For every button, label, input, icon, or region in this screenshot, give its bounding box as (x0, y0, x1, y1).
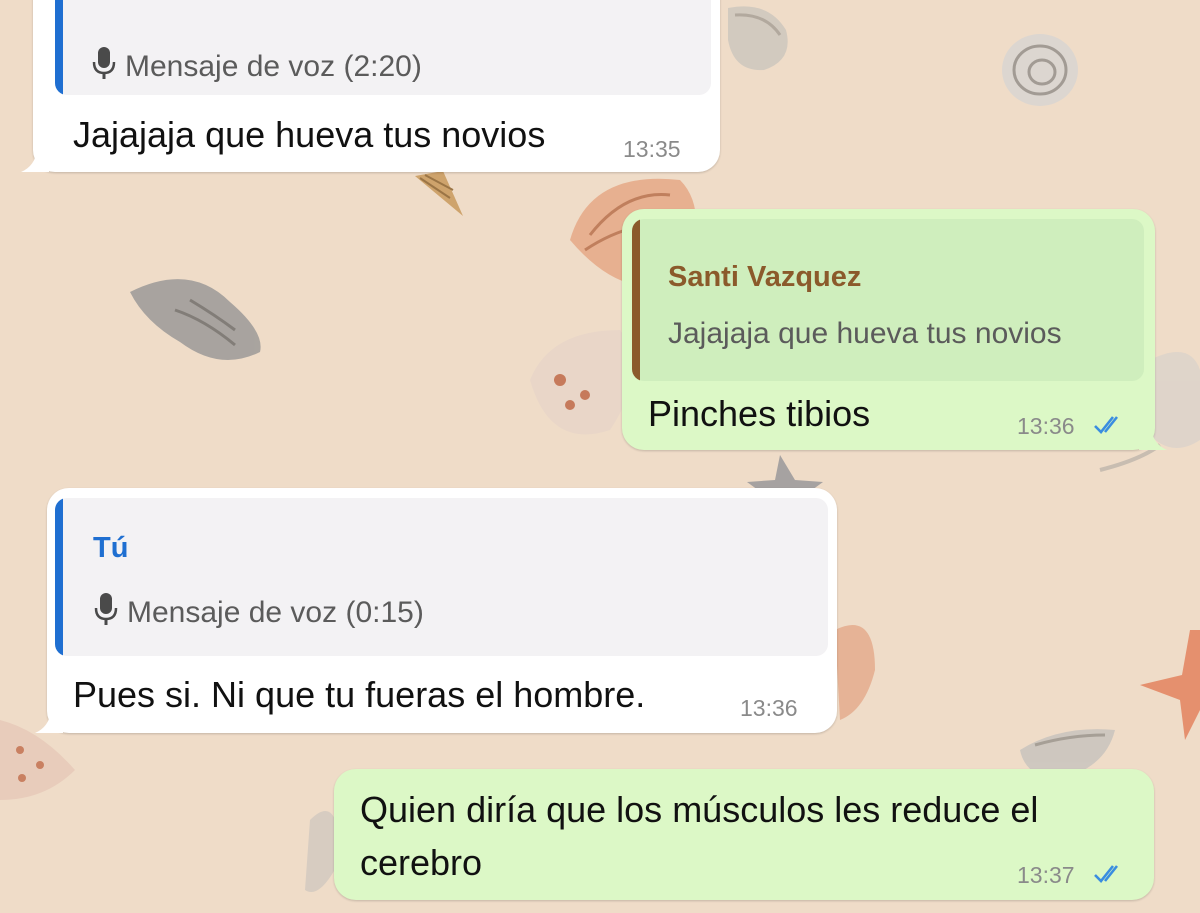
quote-bar (632, 219, 640, 381)
cone-shell-icon (415, 171, 463, 216)
message-timestamp: 13:36 (740, 695, 798, 721)
bubble-tail (21, 150, 49, 172)
message-text: Jajajaja que hueva tus novios (73, 114, 546, 155)
quoted-message[interactable]: Tú Mensaje de voz (0:15) (55, 498, 828, 656)
spotted-shell-icon (530, 330, 633, 435)
read-receipt-icon (1094, 416, 1119, 434)
quote-bar (55, 498, 63, 656)
message-text-line: cerebro (360, 842, 483, 883)
quote-author: Tú (93, 532, 129, 564)
message-text: Pinches tibios (648, 393, 871, 434)
quoted-message[interactable]: Mensaje de voz (2:20) (55, 0, 711, 95)
scallop-shell-icon (835, 625, 875, 720)
message-bubble-outgoing[interactable]: Santi Vazquez Jajajaja que hueva tus nov… (622, 209, 1167, 450)
bubble-tail (35, 711, 63, 733)
snail-shell-icon (1002, 34, 1078, 106)
seashell-icon (728, 6, 788, 71)
quoted-voice-message: Mensaje de voz (2:20) (91, 46, 422, 84)
starfish-icon (1140, 630, 1200, 740)
mic-icon (92, 47, 116, 79)
quoted-voice-message: Mensaje de voz (0:15) (93, 592, 424, 630)
message-bubble-incoming[interactable]: Tú Mensaje de voz (0:15) Pues si. Ni que… (35, 488, 837, 733)
quote-author: Santi Vazquez (668, 261, 862, 293)
message-text: Pues si. Ni que tu fueras el hombre. (73, 674, 646, 715)
message-bubble-outgoing[interactable]: Quien diría que los músculos les reduce … (334, 769, 1154, 900)
bubble-tail (1139, 428, 1167, 450)
message-text-line: Quien diría que los músculos les reduce … (360, 789, 1039, 830)
quote-text: Jajajaja que hueva tus novios (668, 317, 1062, 350)
quote-text: Mensaje de voz (2:20) (125, 50, 422, 83)
message-bubble-incoming[interactable]: Mensaje de voz (2:20) Jajajaja que hueva… (21, 0, 720, 172)
quote-bar (55, 0, 63, 95)
read-receipt-icon (1094, 865, 1119, 883)
message-timestamp: 13:37 (1017, 862, 1075, 888)
quote-text: Mensaje de voz (0:15) (127, 596, 424, 629)
message-timestamp: 13:35 (623, 136, 681, 162)
mic-icon (94, 593, 118, 625)
conch-shell-icon (130, 279, 261, 360)
quoted-message[interactable]: Santi Vazquez Jajajaja que hueva tus nov… (632, 219, 1144, 381)
message-timestamp: 13:36 (1017, 413, 1075, 439)
